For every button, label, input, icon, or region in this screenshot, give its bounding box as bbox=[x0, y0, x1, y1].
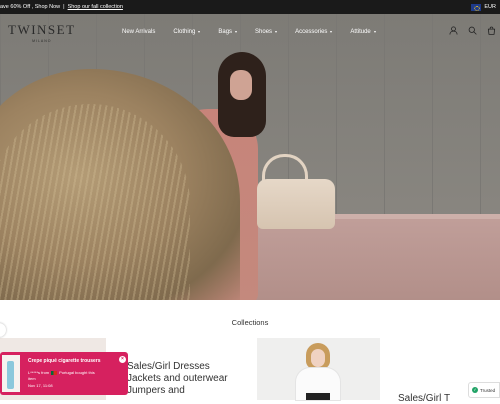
currency-selector[interactable]: EUR bbox=[471, 0, 496, 14]
currency-label: EUR bbox=[484, 4, 496, 10]
toast-buyer-suffix: Portugal bought this bbox=[59, 370, 95, 375]
collection-card-line: Jackets and outerwear bbox=[127, 373, 228, 384]
chevron-down-icon bbox=[198, 31, 201, 33]
promo-link[interactable]: ave 60% Off , Shop Now bbox=[0, 4, 60, 10]
nav-bags[interactable]: Bags bbox=[218, 29, 238, 35]
fall-collection-link[interactable]: Shop our fall collection bbox=[68, 4, 123, 10]
close-icon[interactable]: × bbox=[119, 356, 126, 363]
recent-purchase-toast[interactable]: Crepe piqué cigarette trousers L*****s f… bbox=[0, 352, 128, 395]
toast-product-title[interactable]: Crepe piqué cigarette trousers bbox=[28, 358, 101, 364]
collection-card-line: Sales/Girl Dresses bbox=[127, 361, 210, 372]
toast-buyer-line2: item bbox=[28, 376, 36, 381]
trusted-badge[interactable]: ✓ Trusted bbox=[468, 382, 500, 398]
account-icon[interactable] bbox=[449, 26, 458, 35]
trusted-label: Trusted bbox=[480, 387, 496, 393]
toast-product-thumbnail bbox=[2, 355, 20, 392]
nav-label: Attitude bbox=[350, 29, 371, 35]
nav-label: New Arrivals bbox=[122, 29, 156, 35]
main-nav: New Arrivals Clothing Bags Shoes Accesso… bbox=[122, 29, 394, 35]
toast-buyer-line: L*****s from Portugal bought this bbox=[28, 370, 95, 375]
chevron-down-icon bbox=[235, 31, 238, 33]
collection-card-line: Jumpers and bbox=[127, 385, 185, 396]
nav-new-arrivals[interactable]: New Arrivals bbox=[122, 29, 155, 35]
portugal-flag-icon bbox=[51, 370, 58, 375]
chevron-down-icon bbox=[373, 31, 376, 33]
nav-accessories[interactable]: Accessories bbox=[295, 29, 333, 35]
toast-time: Nov 17, 11:08 bbox=[28, 383, 53, 388]
announcement-bar: ave 60% Off , Shop Now | Shop our fall col… bbox=[0, 0, 500, 14]
toast-buyer: L*****s from bbox=[28, 370, 50, 375]
model-face bbox=[230, 70, 252, 100]
nav-label: Clothing bbox=[173, 29, 196, 35]
chevron-down-icon bbox=[275, 31, 278, 33]
search-icon[interactable] bbox=[468, 26, 477, 35]
nav-attitude[interactable]: Attitude bbox=[350, 29, 376, 35]
collection-card-title-1[interactable]: Sales/Girl Dresses Jackets and outerwear… bbox=[127, 361, 228, 397]
hero-banner[interactable] bbox=[0, 14, 500, 300]
nav-label: Accessories bbox=[295, 29, 328, 35]
announcement-separator: | bbox=[63, 4, 65, 10]
collections-heading: Collections bbox=[231, 318, 269, 327]
cart-icon[interactable] bbox=[487, 26, 496, 35]
nav-label: Bags bbox=[218, 29, 233, 35]
header-icons bbox=[449, 26, 496, 35]
chevron-down-icon bbox=[330, 31, 333, 33]
hero-ledge bbox=[245, 219, 500, 300]
handbag bbox=[257, 179, 335, 229]
brand-subline: MILANO bbox=[32, 39, 52, 43]
nav-label: Shoes bbox=[255, 29, 273, 35]
check-icon: ✓ bbox=[472, 387, 478, 393]
nav-clothing[interactable]: Clothing bbox=[173, 29, 201, 35]
hero-grass-texture bbox=[0, 104, 190, 300]
brand-name: TWINSET bbox=[8, 22, 76, 37]
nav-shoes[interactable]: Shoes bbox=[255, 29, 278, 35]
girl-pants bbox=[306, 393, 330, 400]
collection-card-title-2[interactable]: Sales/Girl T bbox=[398, 393, 450, 404]
announcement-text: ave 60% Off , Shop Now | Shop our fall col… bbox=[0, 0, 123, 14]
eu-flag-icon bbox=[471, 3, 482, 11]
brand-logo[interactable]: TWINSET MILANO bbox=[8, 22, 76, 43]
girl-face bbox=[311, 349, 325, 367]
